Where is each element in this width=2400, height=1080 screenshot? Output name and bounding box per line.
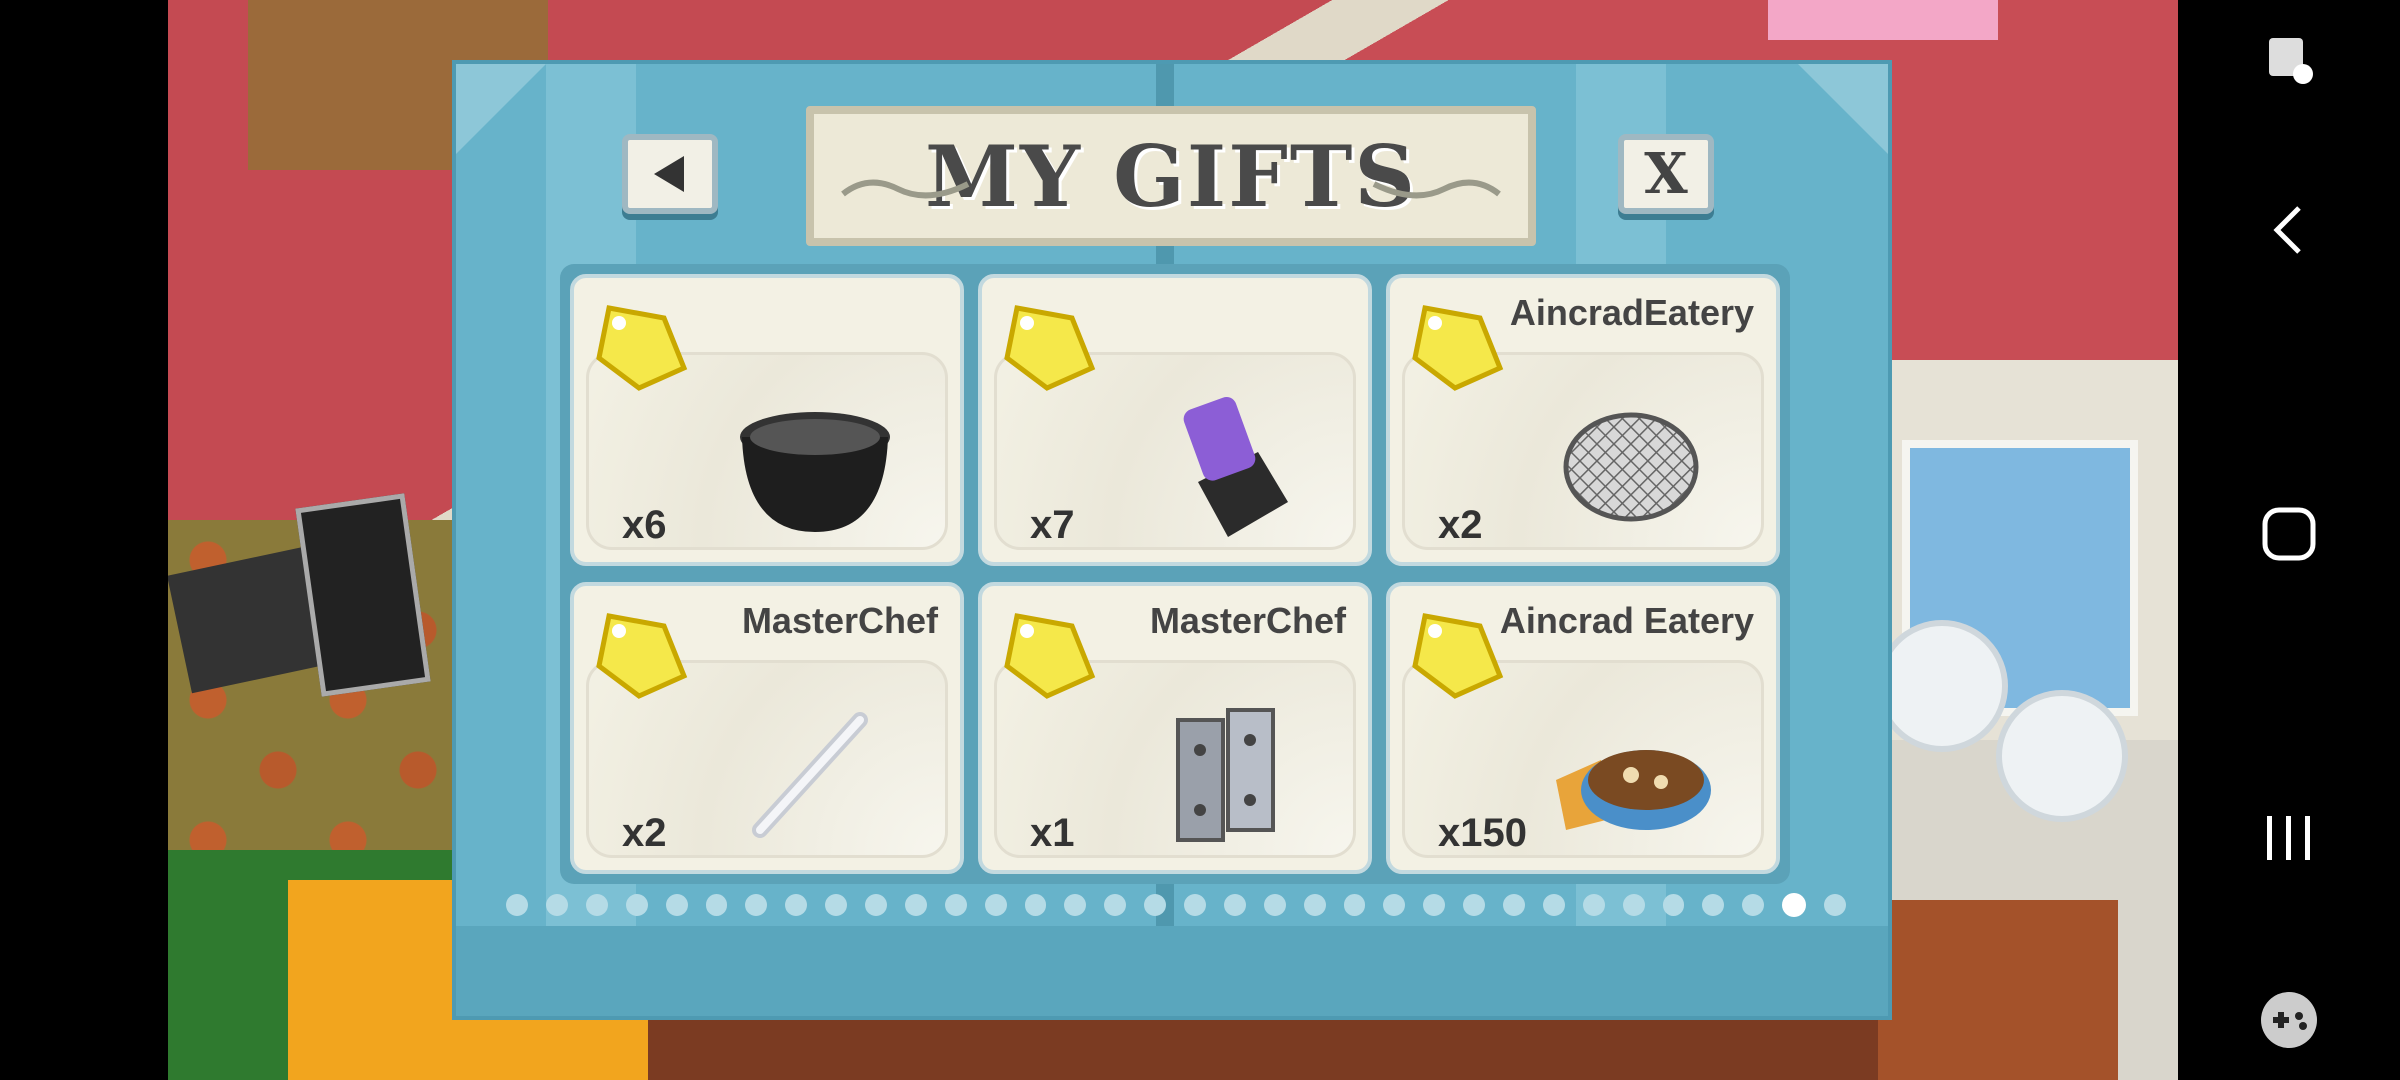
home-nav-icon[interactable] — [2178, 494, 2400, 574]
soup-bowl-icon — [1556, 750, 1711, 830]
gift-tag-icon — [596, 613, 688, 699]
page-dot[interactable] — [825, 894, 847, 916]
swirl-right-icon — [1372, 179, 1501, 199]
page-dot[interactable] — [1662, 894, 1685, 916]
gift-sender: AincradEatery — [1509, 292, 1754, 333]
close-icon: X — [1644, 141, 1688, 207]
close-button[interactable]: X — [1618, 134, 1714, 214]
page-dot[interactable] — [1383, 894, 1406, 916]
dialog-corner — [1798, 64, 1888, 154]
gift-sender: MasterChef — [1149, 600, 1346, 641]
pot-icon — [740, 412, 890, 532]
system-nav-bar — [2178, 0, 2400, 1080]
gift-quantity: x7 — [1030, 503, 1075, 547]
gift-quantity: x2 — [1438, 503, 1483, 547]
gift-card[interactable]: MasterChef x2 — [570, 582, 964, 874]
gift-tag-icon — [1412, 613, 1504, 699]
gift-quantity: x1 — [1030, 811, 1075, 855]
page-dot[interactable] — [944, 894, 967, 916]
gift-grid: x6 x7 AincradEatery x2 MasterChef x2 Mas… — [560, 264, 1790, 884]
dialog-title: MY GIFTS — [924, 126, 1418, 226]
hinge-icon — [1176, 708, 1275, 842]
page-dot[interactable] — [1503, 894, 1525, 916]
gifts-dialog: MY GIFTS X x6 x7 AincradEatery x2 Master… — [452, 60, 1892, 1020]
page-dot[interactable] — [1343, 894, 1366, 916]
recipe-book-icon[interactable] — [1996, 690, 2128, 822]
dialog-corner — [456, 64, 546, 154]
game-tools-icon[interactable] — [2178, 980, 2400, 1060]
page-dot[interactable] — [705, 894, 728, 916]
page-dot[interactable] — [1742, 894, 1765, 916]
gift-tag-icon — [1412, 305, 1504, 391]
page-dot[interactable] — [1702, 894, 1725, 916]
grill-grate-icon — [1563, 412, 1699, 522]
gift-card[interactable]: x6 — [570, 274, 964, 566]
page-dot[interactable] — [1582, 894, 1605, 916]
page-dot[interactable] — [1423, 894, 1446, 916]
page-dot[interactable] — [546, 894, 568, 916]
dialog-footer — [456, 926, 1888, 1016]
gift-quantity: x6 — [622, 503, 667, 547]
page-dot[interactable] — [1542, 894, 1565, 916]
gift-tag-icon — [596, 305, 688, 391]
swirl-left-icon — [841, 179, 970, 199]
page-dot[interactable] — [625, 894, 648, 916]
page-dot[interactable] — [745, 894, 768, 916]
gift-tag-icon — [1004, 613, 1096, 699]
page-dot[interactable] — [1024, 894, 1047, 916]
back-button[interactable] — [622, 134, 718, 214]
page-dot[interactable] — [865, 894, 887, 916]
page-dot[interactable] — [1622, 894, 1645, 916]
gift-quantity: x150 — [1438, 811, 1527, 855]
recipe-book-icon[interactable] — [1876, 620, 2008, 752]
page-dot[interactable] — [1223, 894, 1246, 916]
screen-lock-icon[interactable] — [2178, 20, 2400, 100]
back-nav-icon[interactable] — [2178, 190, 2400, 270]
title-banner: MY GIFTS — [806, 106, 1536, 246]
page-indicator[interactable] — [506, 890, 1846, 920]
page-dot-active[interactable] — [1782, 893, 1806, 917]
page-dot[interactable] — [1303, 894, 1326, 916]
page-dot[interactable] — [904, 894, 927, 916]
page-dot[interactable] — [1104, 894, 1127, 916]
page-dot[interactable] — [1064, 894, 1087, 916]
page-dot[interactable] — [984, 894, 1007, 916]
page-dot[interactable] — [1144, 894, 1166, 916]
wood-counter — [1878, 900, 2118, 1080]
knob-icon — [1183, 396, 1288, 537]
gift-card[interactable]: MasterChef x1 — [978, 582, 1372, 874]
gift-card[interactable]: x7 — [978, 274, 1372, 566]
gift-sender: Aincrad Eatery — [1499, 600, 1754, 641]
handle-icon — [752, 712, 868, 838]
gift-sender: MasterChef — [741, 600, 938, 641]
gift-quantity: x2 — [622, 811, 667, 855]
page-dot[interactable] — [1263, 894, 1286, 916]
pink-counter — [1768, 0, 1998, 40]
page-dot[interactable] — [585, 894, 608, 916]
page-dot[interactable] — [1463, 894, 1485, 916]
gift-card[interactable]: AincradEatery x2 — [1386, 274, 1780, 566]
page-dot[interactable] — [785, 894, 808, 916]
page-dot[interactable] — [1184, 894, 1206, 916]
gift-card[interactable]: Aincrad Eatery x150 — [1386, 582, 1780, 874]
page-dot[interactable] — [506, 894, 528, 916]
page-dot[interactable] — [665, 894, 688, 916]
back-arrow-icon — [654, 156, 684, 192]
recents-nav-icon[interactable] — [2178, 798, 2400, 878]
page-dot[interactable] — [1824, 894, 1846, 916]
gift-tag-icon — [1004, 305, 1096, 391]
